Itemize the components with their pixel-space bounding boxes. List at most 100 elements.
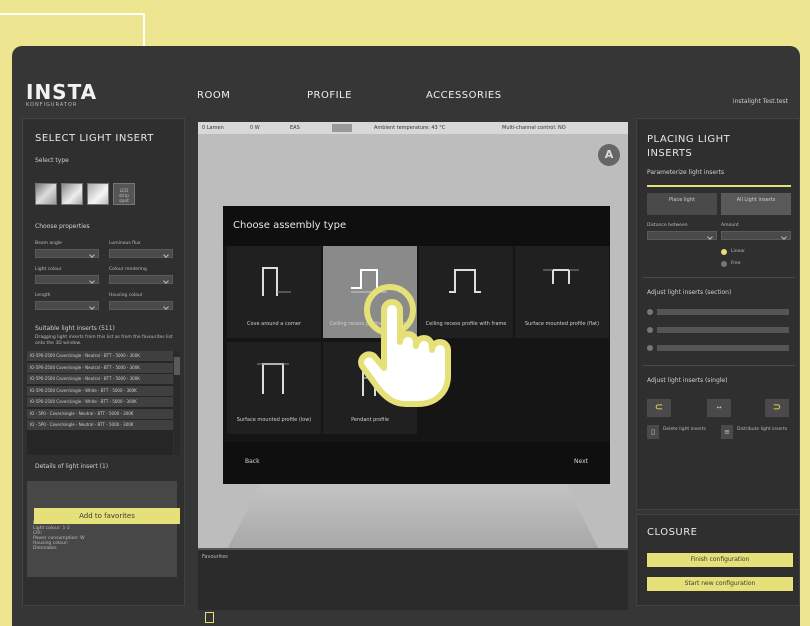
prop-label: Housing colour xyxy=(109,293,143,298)
section-slider[interactable] xyxy=(657,309,789,315)
radio-linear[interactable] xyxy=(721,249,727,255)
distance-select[interactable] xyxy=(647,231,717,240)
prop-label: Length xyxy=(35,293,51,298)
field-label: Distance between xyxy=(647,223,688,228)
assembly-option-cove[interactable]: Cove around a corner xyxy=(227,246,321,338)
all-inserts-option[interactable]: All Light inserts xyxy=(721,193,791,215)
rotate-right-icon[interactable]: ⊃ xyxy=(765,399,789,417)
list-item[interactable]: IO-5P0-2500 Cover/single - White - BTT -… xyxy=(27,397,173,407)
select-light-insert-panel: SELECT LIGHT INSERT Select type LED stri… xyxy=(22,118,185,606)
divider xyxy=(643,277,795,278)
length-select[interactable] xyxy=(35,301,99,310)
parameterize-label: Parameterize light inserts xyxy=(647,169,725,176)
closure-title: CLOSURE xyxy=(647,527,698,538)
option-label: Cove around a corner xyxy=(246,321,302,327)
slider-handle[interactable] xyxy=(647,309,653,315)
prop-label: Luminous flux xyxy=(109,241,141,246)
radio-label: Linear xyxy=(731,249,745,254)
slider-handle[interactable] xyxy=(647,345,653,351)
housing-colour-select[interactable] xyxy=(109,301,173,310)
next-button[interactable]: Next xyxy=(574,458,588,465)
type-thumbnail[interactable] xyxy=(35,183,57,205)
type-thumbnail[interactable] xyxy=(87,183,109,205)
assembly-option-surface-low[interactable]: Surface mounted profile (low) xyxy=(227,342,321,434)
flip-icon[interactable]: ↔ xyxy=(707,399,731,417)
add-to-favorites-button[interactable]: Add to favorites xyxy=(34,508,180,524)
nav-room[interactable]: ROOM xyxy=(197,90,230,101)
choose-properties-label: Choose properties xyxy=(35,223,90,230)
prop-label: Colour rendering xyxy=(109,267,147,272)
details-title: Details of light insert (1) xyxy=(35,463,109,470)
placing-light-inserts-panel: PLACING LIGHT INSERTS Parameterize light… xyxy=(636,118,800,510)
user-name[interactable]: instalight Test.test xyxy=(733,98,788,105)
status-watt: 0 W xyxy=(250,125,260,131)
inserts-list: IO-5P0-2500 Cover/single - Neutral - BTT… xyxy=(27,351,173,455)
radio-free[interactable] xyxy=(721,261,727,267)
list-item[interactable]: IO-5P0-2500 Cover/single - Neutral - BTT… xyxy=(27,351,173,361)
distribute-icon[interactable]: ≡ xyxy=(721,425,733,439)
suitable-inserts-title: Suitable light inserts (511) xyxy=(35,325,115,332)
rotate-left-icon[interactable]: ⊂ xyxy=(647,399,671,417)
view-mode-icon[interactable]: A xyxy=(598,144,620,166)
status-multichannel: Multi-channel control: NO xyxy=(502,125,566,131)
suitable-inserts-hint: Dragging light inserts from this list as… xyxy=(35,335,173,346)
back-button[interactable]: Back xyxy=(245,458,260,465)
scrollbar-thumb[interactable] xyxy=(174,357,180,375)
option-label: Surface mounted profile (low) xyxy=(236,417,312,423)
status-eas: EAS xyxy=(290,125,300,131)
adjust-section-label: Adjust light inserts (section) xyxy=(647,289,732,296)
status-toggle[interactable] xyxy=(332,124,352,132)
section-slider[interactable] xyxy=(657,327,789,333)
prop-label: Light colour xyxy=(35,267,62,272)
option-label: Distribute light inserts xyxy=(737,427,788,432)
divider xyxy=(643,365,795,366)
type-thumbnail[interactable]: LED strip spot xyxy=(113,183,135,205)
finish-configuration-button[interactable]: Finish configuration xyxy=(647,553,793,567)
type-thumbnail-label: LED strip spot xyxy=(118,189,130,204)
favorites-bar: Favourites xyxy=(198,548,628,610)
pointer-hand-icon xyxy=(358,284,451,407)
list-item[interactable]: IO - 5P0 - Cover/single - Neutral - BTT … xyxy=(27,408,173,419)
slider-handle[interactable] xyxy=(647,327,653,333)
prop-label: Beam angle xyxy=(35,241,62,246)
place-light-option[interactable]: Place light xyxy=(647,193,717,215)
closure-panel: CLOSURE Finish configuration Start new c… xyxy=(636,514,800,606)
section-slider[interactable] xyxy=(657,345,789,351)
light-colour-select[interactable] xyxy=(35,275,99,284)
status-lumen: 0 Lamen xyxy=(202,125,224,131)
tab-indicator xyxy=(647,185,791,187)
detail-line: Dimmable: xyxy=(33,546,58,551)
surface-low-icon xyxy=(257,363,289,394)
dialog-title: Choose assembly type xyxy=(233,220,347,231)
colour-rendering-select[interactable] xyxy=(109,275,173,284)
panel-title: SELECT LIGHT INSERT xyxy=(35,133,154,144)
favorites-label: Favourites xyxy=(202,554,228,560)
details-panel: Luminous flux: 10 Light colour: 1-2 CRI:… xyxy=(27,481,177,577)
brand-logo[interactable]: INSTA xyxy=(26,80,97,104)
beam-angle-select[interactable] xyxy=(35,249,99,258)
room-floor xyxy=(228,474,598,548)
luminous-flux-select[interactable] xyxy=(109,249,173,258)
option-label: Delete light inserts xyxy=(663,427,706,432)
radio-label: Free xyxy=(731,261,741,266)
option-label: Surface mounted profile (flat) xyxy=(524,321,600,327)
list-item[interactable]: IO - 5P0 - Cover/single - Neutral - BTT … xyxy=(27,420,173,430)
assembly-option-surface-flat[interactable]: Surface mounted profile (flat) xyxy=(515,246,609,338)
list-item[interactable]: IO-5P0-2500 Cover/single - Neutral - BTT… xyxy=(27,374,173,384)
dialog-header: Choose assembly type xyxy=(223,206,610,246)
inserts-scrollbar[interactable] xyxy=(174,351,180,455)
amount-select[interactable] xyxy=(721,231,791,240)
list-item[interactable]: IO-5P0-2500 Cover/single - Neutral - BTT… xyxy=(27,362,173,373)
trash-icon[interactable] xyxy=(205,612,214,623)
nav-profile[interactable]: PROFILE xyxy=(307,90,352,101)
delete-icon[interactable]: ▯ xyxy=(647,425,659,439)
cove-profile-icon xyxy=(262,267,291,296)
list-item[interactable]: IO-5P0-2500 Cover/single - White - BTT -… xyxy=(27,385,173,396)
top-bar: INSTA KONFIGURATOR ROOM PROFILE ACCESSOR… xyxy=(12,46,800,118)
nav-accessories[interactable]: ACCESSORIES xyxy=(426,90,502,101)
field-label: Amount xyxy=(721,223,739,228)
type-thumbnail[interactable] xyxy=(61,183,83,205)
dialog-footer: Back Next xyxy=(223,442,610,484)
panel-title: PLACING LIGHT INSERTS xyxy=(647,134,731,159)
start-new-configuration-button[interactable]: Start new configuration xyxy=(647,577,793,591)
